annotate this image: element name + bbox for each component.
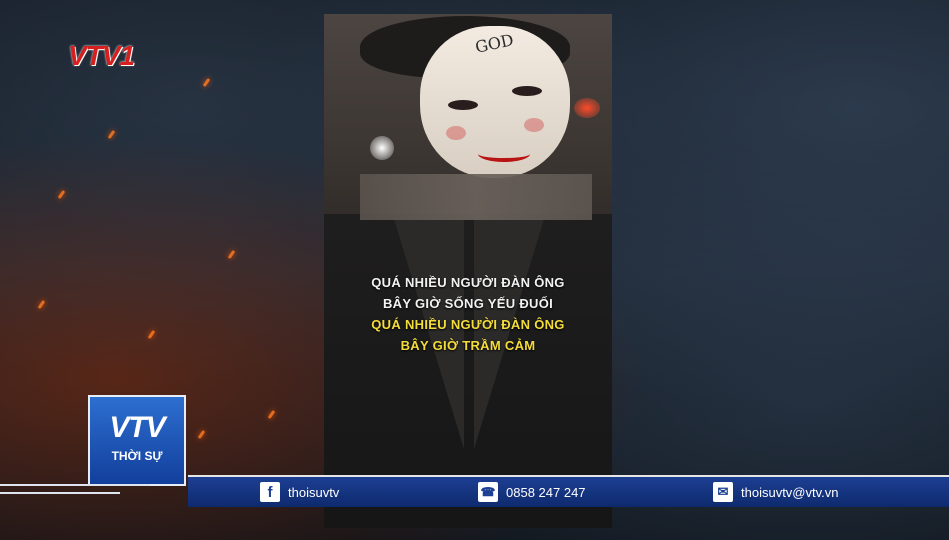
mask-cheek	[446, 126, 466, 140]
program-badge: VTV THỜI SỰ	[88, 395, 186, 486]
email-address: thoisuvtv@vtv.vn	[741, 484, 839, 500]
phone-icon: ☎	[478, 482, 498, 502]
mask-eye	[512, 86, 542, 96]
program-name: THỜI SỰ	[111, 449, 163, 463]
mail-icon: ✉	[713, 482, 733, 502]
video-panel: GOD QUÁ NHIỀU NGƯỜI ĐÀN ÔNG BÂY GIỜ SỐNG…	[324, 14, 612, 528]
phone-number: 0858 247 247	[506, 484, 586, 500]
mask-text: GOD	[473, 30, 516, 57]
lyric-line: BÂY GIỜ SỐNG YẾU ĐUỐI	[382, 296, 554, 311]
lyric-line: QUÁ NHIỀU NGƯỜI ĐÀN ÔNG	[371, 317, 565, 332]
channel-logo: VTV1	[68, 40, 135, 71]
mask-cheek	[524, 118, 544, 132]
facebook-handle: thoisuvtv	[288, 484, 340, 500]
facebook-icon: f	[260, 482, 280, 502]
lyrics: QUÁ NHIỀU NGƯỜI ĐÀN ÔNG BÂY GIỜ SỐNG YẾU…	[324, 272, 612, 356]
blurred-region	[360, 174, 592, 220]
mask: GOD	[420, 26, 570, 178]
ticker-lines	[0, 478, 188, 498]
vtv-logo: VTV	[109, 411, 165, 444]
ticker-line	[0, 492, 120, 494]
phone-contact[interactable]: ☎ 0858 247 247	[478, 482, 586, 502]
email-contact[interactable]: ✉ thoisuvtv@vtv.vn	[713, 482, 839, 502]
lyric-line: BÂY GIỜ TRẦM CẢM	[400, 338, 536, 353]
contact-ticker: f thoisuvtv ☎ 0858 247 247 ✉ thoisuvtv@v…	[188, 475, 949, 507]
background-light	[574, 98, 600, 118]
lyric-line: QUÁ NHIỀU NGƯỜI ĐÀN ÔNG	[371, 275, 565, 290]
ticker-line	[0, 484, 150, 486]
mask-mouth	[478, 146, 530, 162]
mask-eye	[448, 100, 478, 110]
background-light	[370, 136, 394, 160]
facebook-contact[interactable]: f thoisuvtv	[260, 482, 339, 502]
